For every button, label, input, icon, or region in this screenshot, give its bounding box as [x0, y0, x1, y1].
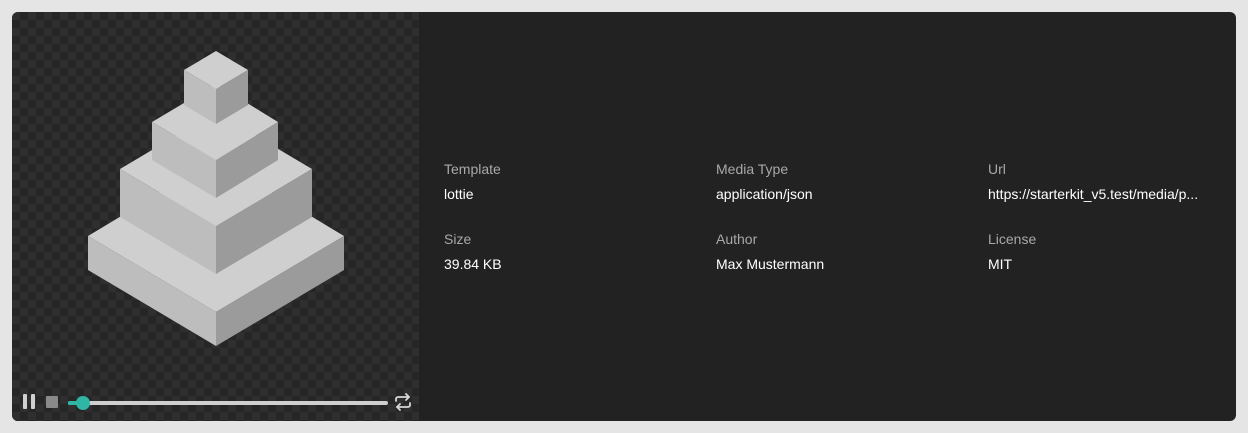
meta-value: MIT — [988, 256, 1013, 272]
seek-handle[interactable] — [75, 396, 90, 410]
meta-media-type: Media Type application/json — [716, 160, 946, 203]
meta-label: License — [988, 231, 1037, 247]
seek-slider[interactable] — [68, 396, 388, 410]
meta-label: Template — [444, 161, 501, 177]
stop-icon[interactable] — [46, 396, 58, 408]
pause-icon[interactable] — [22, 394, 36, 410]
media-metadata: Template lottie Media Type application/j… — [444, 160, 1224, 300]
meta-label: Author — [716, 231, 758, 247]
pyramid-illustration — [88, 51, 344, 346]
player-controls — [12, 390, 419, 414]
meta-value: 39.84 KB — [444, 256, 502, 272]
lottie-preview — [12, 12, 419, 421]
meta-label: Media Type — [716, 161, 789, 177]
metadata-row: Template lottie Media Type application/j… — [444, 160, 1224, 230]
meta-label: Url — [988, 161, 1006, 177]
meta-value: lottie — [444, 186, 474, 202]
meta-url-value[interactable]: https://starterkit_v5.test/media/p... — [988, 185, 1218, 203]
meta-license: License MIT — [988, 230, 1218, 273]
media-details-card: Template lottie Media Type application/j… — [12, 12, 1236, 421]
meta-size: Size 39.84 KB — [444, 230, 674, 273]
meta-template: Template lottie — [444, 160, 674, 203]
meta-url: Url https://starterkit_v5.test/media/p..… — [988, 160, 1218, 203]
metadata-row: Size 39.84 KB Author Max Mustermann Lice… — [444, 230, 1224, 300]
meta-label: Size — [444, 231, 472, 247]
meta-value: application/json — [716, 186, 813, 202]
meta-author: Author Max Mustermann — [716, 230, 946, 273]
meta-value: Max Mustermann — [716, 256, 825, 272]
loop-icon[interactable] — [393, 392, 413, 412]
